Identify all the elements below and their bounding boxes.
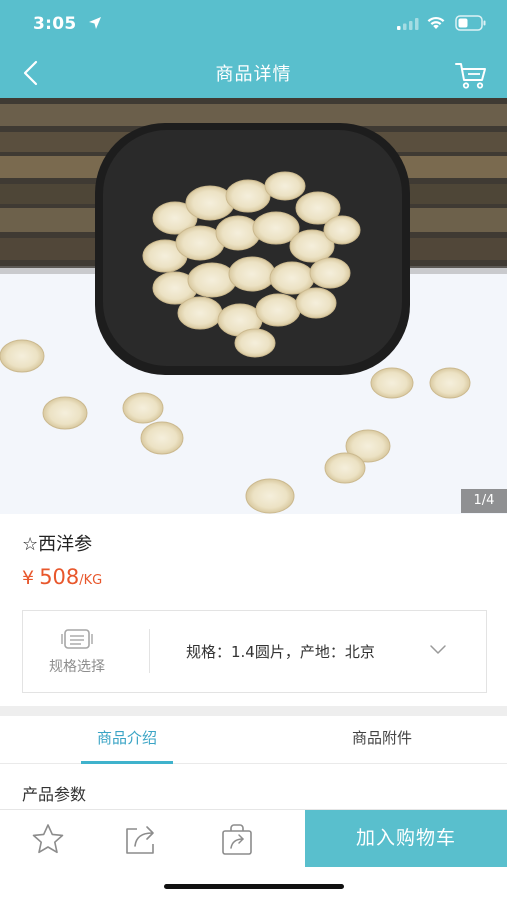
tab-product-attachments[interactable]: 商品附件 bbox=[336, 716, 428, 764]
spec-select-label: 规格选择 bbox=[49, 659, 105, 675]
product-image-carousel[interactable]: 1/4 bbox=[0, 98, 507, 514]
spec-select-button[interactable]: 规格选择 bbox=[23, 611, 149, 692]
tab-label: 商品附件 bbox=[351, 729, 412, 747]
status-time: 3:05 bbox=[33, 14, 77, 34]
bottom-action-bar: 加入购物车 bbox=[0, 809, 507, 868]
bag-share-icon[interactable] bbox=[219, 822, 255, 856]
price-amount: 508 bbox=[39, 565, 80, 589]
section-separator bbox=[0, 706, 507, 716]
image-counter: 1/4 bbox=[461, 489, 507, 513]
product-name: ☆西洋参 bbox=[22, 534, 93, 555]
status-bar: 3:05 bbox=[0, 0, 507, 48]
star-icon[interactable] bbox=[30, 822, 66, 856]
home-indicator[interactable] bbox=[164, 884, 344, 889]
wifi-icon bbox=[427, 16, 445, 29]
battery-icon bbox=[455, 15, 486, 31]
spec-list-icon bbox=[61, 629, 93, 649]
price-currency: ¥ bbox=[22, 567, 35, 589]
tab-product-intro[interactable]: 商品介绍 bbox=[81, 716, 173, 764]
spec-selector[interactable]: 规格选择 规格：1.4圆片，产地：北京 bbox=[22, 610, 487, 693]
tab-label: 商品介绍 bbox=[96, 729, 157, 747]
spec-divider bbox=[149, 629, 150, 673]
cellular-signal-icon bbox=[397, 18, 419, 30]
price-unit: /KG bbox=[79, 573, 103, 588]
section-title: 产品参数 bbox=[22, 785, 87, 804]
share-icon[interactable] bbox=[123, 822, 159, 856]
location-arrow-icon bbox=[89, 17, 101, 29]
spec-summary[interactable]: 规格：1.4圆片，产地：北京 bbox=[186, 641, 375, 662]
top-bar: 3:05 商品详情 bbox=[0, 0, 507, 98]
product-photo bbox=[0, 98, 507, 514]
chevron-down-icon[interactable] bbox=[429, 643, 447, 655]
detail-tabs: 商品介绍 商品附件 bbox=[0, 716, 507, 764]
product-price: ¥ 508/KG bbox=[22, 565, 102, 589]
active-tab-indicator bbox=[81, 761, 173, 764]
nav-bar: 商品详情 bbox=[0, 48, 507, 98]
shopping-cart-icon[interactable] bbox=[454, 60, 488, 90]
page-title: 商品详情 bbox=[215, 64, 292, 85]
add-to-cart-button[interactable]: 加入购物车 bbox=[305, 810, 507, 868]
